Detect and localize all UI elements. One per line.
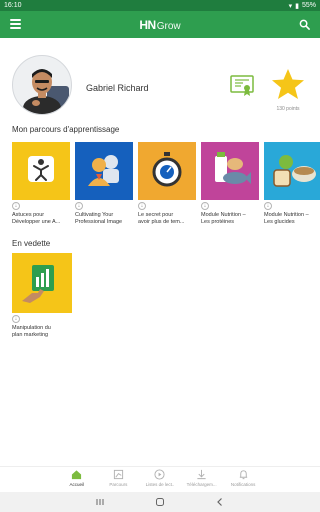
carbs-food-icon — [273, 155, 316, 187]
section-title-featured: En vedette — [12, 239, 51, 248]
course-card[interactable]: ⇣ Cultivating Your Professional Image — [75, 142, 133, 237]
course-title: Module Nutrition – Les glucides — [264, 212, 309, 225]
logo-bold: HN — [139, 17, 156, 32]
home-icon — [72, 470, 82, 480]
cloud-download-icon[interactable]: ⇣ — [12, 202, 20, 210]
nav-item-downloads[interactable]: Téléchargem... — [182, 467, 222, 492]
nav-label: Parcours — [109, 482, 128, 487]
course-thumbnail[interactable] — [12, 142, 70, 200]
home-button-icon[interactable] — [155, 497, 165, 507]
course-title: Astuces pour Développer une A... — [12, 212, 61, 225]
app-logo: HN Grow — [139, 18, 180, 32]
status-time: 16:10 — [4, 2, 22, 9]
logo-light: Grow — [156, 20, 181, 32]
battery-icon: ▮ — [295, 2, 299, 10]
search-icon[interactable] — [299, 19, 310, 30]
status-bar: 16:10 ▾ ▮ 55% — [0, 0, 320, 11]
course-card[interactable]: ⇣ Module Nutrition – Les protéines — [201, 142, 259, 237]
professional-person-icon — [88, 155, 119, 186]
nav-item-path[interactable]: Parcours — [98, 467, 138, 492]
learning-path-carousel[interactable]: ⇣ Astuces pour Développer une A... ⇣ Cul… — [12, 142, 320, 237]
cloud-download-icon[interactable]: ⇣ — [12, 315, 20, 323]
bottom-navigation: Accueil Parcours Listes de lect.. Téléch… — [0, 466, 320, 492]
download-icon — [197, 469, 206, 480]
course-thumbnail[interactable] — [75, 142, 133, 200]
nav-item-playlists[interactable]: Listes de lect.. — [140, 467, 180, 492]
user-name: Gabriel Richard — [86, 83, 149, 93]
course-title: Manipulation du plan marketing — [12, 325, 51, 338]
course-thumbnail[interactable] — [138, 142, 196, 200]
certificate-icon[interactable] — [230, 75, 254, 97]
recents-icon[interactable] — [95, 497, 105, 507]
course-card[interactable]: ⇣ Le secret pour avoir plus de tem... — [138, 142, 196, 237]
path-icon — [113, 469, 123, 480]
nav-label: Notifications — [230, 482, 256, 487]
nav-label: Téléchargem... — [186, 482, 217, 487]
course-card[interactable]: ⇣ Astuces pour Développer une A... — [12, 142, 70, 237]
nav-item-notifications[interactable]: Notifications — [223, 467, 263, 492]
chart-hand-icon — [22, 265, 54, 303]
nav-label: Accueil — [69, 482, 85, 487]
course-title: Module Nutrition – Les protéines — [201, 212, 246, 225]
cloud-download-icon[interactable]: ⇣ — [75, 202, 83, 210]
profile-header: Gabriel Richard 130 points — [12, 55, 312, 117]
playlist-icon — [154, 469, 166, 480]
wifi-icon: ▾ — [288, 2, 293, 10]
back-icon[interactable] — [215, 497, 225, 507]
protein-food-icon — [215, 152, 251, 184]
featured-course-card[interactable]: ⇣ Manipulation du plan marketing — [12, 253, 72, 339]
course-thumbnail[interactable] — [264, 142, 320, 200]
stopwatch-icon — [152, 152, 182, 187]
course-thumbnail[interactable] — [12, 253, 72, 313]
course-thumbnail[interactable] — [201, 142, 259, 200]
cloud-download-icon[interactable]: ⇣ — [138, 202, 146, 210]
cloud-download-icon[interactable]: ⇣ — [264, 202, 272, 210]
star-icon — [272, 69, 304, 99]
battery-level: 55% — [301, 2, 316, 9]
section-title-learning-path: Mon parcours d'apprentissage — [12, 125, 120, 134]
points-badge[interactable]: 130 points — [268, 68, 308, 112]
menu-icon[interactable] — [10, 19, 21, 29]
nav-item-home[interactable]: Accueil — [57, 467, 97, 492]
nav-label: Listes de lect.. — [145, 482, 175, 487]
person-star-icon — [28, 156, 54, 182]
points-text: 130 points — [276, 106, 300, 112]
cloud-download-icon[interactable]: ⇣ — [201, 202, 209, 210]
app-bar: HN Grow — [0, 11, 320, 38]
course-card[interactable]: ⇣ Module Nutrition – Les glucides — [264, 142, 320, 237]
course-title: Le secret pour avoir plus de tem... — [138, 212, 185, 225]
avatar[interactable] — [12, 55, 72, 115]
course-title: Cultivating Your Professional Image — [75, 212, 123, 225]
bell-icon — [239, 470, 247, 480]
system-navigation-bar — [0, 492, 320, 512]
